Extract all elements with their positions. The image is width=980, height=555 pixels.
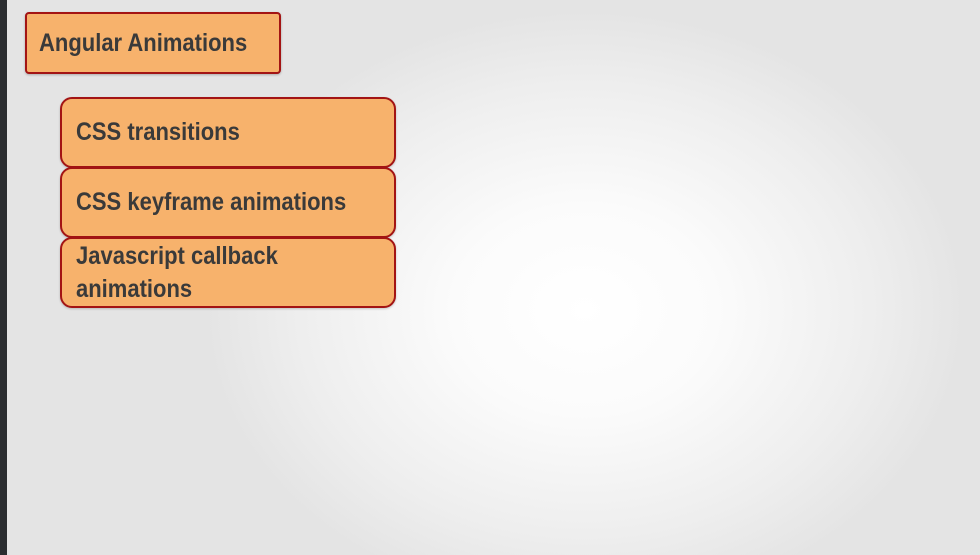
child-node-javascript-callback-animations: Javascript callback animations [60, 237, 396, 308]
child-node-css-transitions: CSS transitions [60, 97, 396, 168]
child-node-label: Javascript callback animations [76, 241, 278, 303]
root-node-label: Angular Animations [39, 28, 248, 57]
slide-canvas: Angular Animations CSS transitions CSS k… [0, 0, 980, 555]
root-node-box: Angular Animations [25, 12, 281, 74]
window-left-edge [0, 0, 7, 555]
child-node-label: CSS transitions [76, 118, 240, 146]
child-node-css-keyframe-animations: CSS keyframe animations [60, 167, 396, 238]
child-node-label: CSS keyframe animations [76, 188, 347, 216]
